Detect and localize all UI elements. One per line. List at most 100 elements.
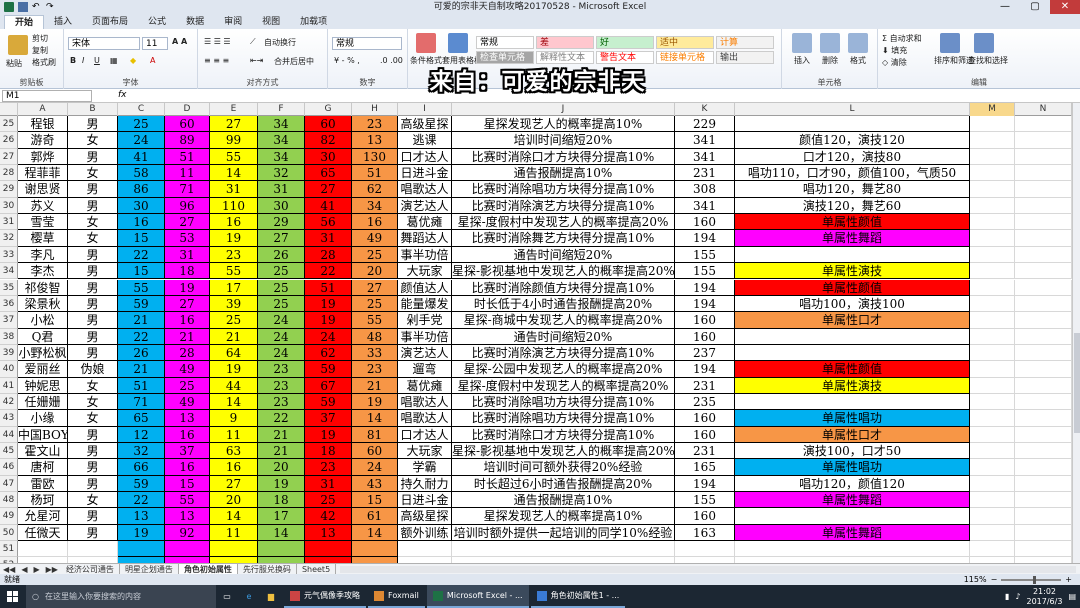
sheet-nav-first-icon[interactable]: ◀◀ (0, 565, 18, 574)
cell-stat-e[interactable]: 64 (210, 344, 258, 362)
cell-stat-e[interactable]: 110 (210, 197, 258, 215)
cell-stat-f[interactable]: 34 (258, 132, 305, 149)
cell-stat-d[interactable]: 55 (165, 492, 210, 509)
cell-name[interactable]: 小野松枫 (18, 344, 68, 362)
row-header[interactable]: 51 (0, 541, 18, 558)
cell-stat-e[interactable]: 31 (210, 181, 258, 198)
cell-skill[interactable]: 演艺达人 (398, 197, 452, 215)
cell-l[interactable]: 单属性演技 (735, 263, 970, 280)
cell-name[interactable]: 游奇 (18, 132, 68, 149)
cell-skill[interactable]: 剁手党 (398, 312, 452, 329)
cell-stat-e[interactable]: 16 (210, 459, 258, 476)
cell-stat-h[interactable]: 33 (352, 344, 398, 362)
cell-name[interactable]: 唐柯 (18, 459, 68, 476)
cell-stat-g[interactable]: 31 (305, 475, 352, 493)
clock[interactable]: 21:02 2017/6/3 (1027, 587, 1063, 607)
cell-skill[interactable]: 葛优瘫 (398, 377, 452, 394)
cell-stat-d[interactable]: 19 (165, 279, 210, 296)
cell-stat-h[interactable]: 61 (352, 508, 398, 525)
row-header[interactable]: 41 (0, 377, 18, 394)
cell-stat-c[interactable]: 30 (118, 197, 165, 215)
cell-stat-f[interactable]: 20 (258, 459, 305, 476)
row-header[interactable]: 26 (0, 132, 18, 149)
cell-stat-e[interactable]: 55 (210, 263, 258, 280)
cell-k[interactable]: 160 (675, 312, 735, 329)
cell-sex[interactable]: 女 (68, 165, 118, 182)
cell-stat-c[interactable]: 32 (118, 443, 165, 460)
cell-name[interactable]: 任微天 (18, 524, 68, 542)
cell-stat-d[interactable]: 27 (165, 295, 210, 313)
cell-skill[interactable]: 口才达人 (398, 148, 452, 166)
cell-stat-d[interactable]: 11 (165, 165, 210, 182)
cell-stat-g[interactable]: 19 (305, 426, 352, 443)
cell-stat-e[interactable]: 99 (210, 132, 258, 149)
cell-stat-h[interactable]: 21 (352, 377, 398, 394)
cell-skill-desc[interactable]: 通告报酬提高10% (452, 165, 675, 182)
number-format-select[interactable]: 常规 (332, 37, 402, 50)
tab-data[interactable]: 数据 (176, 15, 214, 29)
font-color-icon[interactable]: A (150, 56, 155, 65)
row-header[interactable]: 49 (0, 508, 18, 525)
cell-stat-e[interactable]: 11 (210, 524, 258, 542)
cell-stat-f[interactable]: 17 (258, 508, 305, 525)
cell-sex[interactable]: 男 (68, 312, 118, 329)
cell-skill-desc[interactable]: 星探-商城中发现艺人的概率提高20% (452, 312, 675, 329)
cell-stat-g[interactable]: 18 (305, 443, 352, 460)
underline-icon[interactable]: U (94, 56, 100, 65)
cell-stat-d[interactable]: 16 (165, 426, 210, 443)
cell-stat-f[interactable]: 30 (258, 197, 305, 215)
name-box[interactable]: M1 (2, 90, 92, 102)
cell-k[interactable]: 231 (675, 165, 735, 182)
cell-name[interactable]: 钟妮思 (18, 377, 68, 394)
style-cell-1[interactable]: 差 (536, 36, 594, 49)
cell-stat-d[interactable]: 71 (165, 181, 210, 198)
cell-stat-e[interactable]: 14 (210, 508, 258, 525)
cell-name[interactable] (18, 541, 68, 558)
cell-stat-e[interactable]: 19 (210, 230, 258, 247)
cell-n[interactable] (1015, 263, 1072, 280)
cell-stat-c[interactable]: 26 (118, 344, 165, 362)
font-size-select[interactable]: 11 (142, 37, 168, 50)
cell-sex[interactable]: 男 (68, 148, 118, 166)
cell-stat-f[interactable]: 21 (258, 426, 305, 443)
cell-name[interactable]: 程银 (18, 116, 68, 133)
cell-skill-desc[interactable]: 比赛时消除颜值方块得分提高10% (452, 279, 675, 296)
cell-skill-desc[interactable]: 比赛时消除口才方块得分提高10% (452, 148, 675, 166)
cell-stat-h[interactable]: 19 (352, 393, 398, 411)
conditional-format-icon[interactable] (416, 33, 436, 53)
cell-stat-d[interactable]: 31 (165, 246, 210, 264)
cell-n[interactable] (1015, 214, 1072, 231)
cell-name[interactable]: 任姗姗 (18, 393, 68, 411)
tab-insert[interactable]: 插入 (44, 15, 82, 29)
insert-cells-icon[interactable] (792, 33, 812, 53)
cell-k[interactable]: 155 (675, 246, 735, 264)
zoom-out-icon[interactable]: − (991, 574, 998, 585)
vertical-scrollbar[interactable] (1072, 103, 1080, 563)
cell-stat-g[interactable]: 42 (305, 508, 352, 525)
row-header[interactable]: 30 (0, 197, 18, 215)
cell-skill-desc[interactable]: 比赛时消除演艺方块得分提高10% (452, 344, 675, 362)
cell-skill-desc[interactable]: 比赛时消除演艺方块得分提高10% (452, 197, 675, 215)
format-painter-button[interactable]: 格式刷 (32, 57, 56, 68)
cell-stat-f[interactable]: 24 (258, 328, 305, 345)
cell-skill[interactable]: 唱歌达人 (398, 393, 452, 411)
cell-k[interactable]: 341 (675, 148, 735, 166)
file-explorer-icon[interactable]: ▆ (260, 585, 282, 608)
cell-stat-c[interactable]: 59 (118, 475, 165, 493)
cell-name[interactable]: 杨珂 (18, 492, 68, 509)
sheet-nav-prev-icon[interactable]: ◀ (18, 565, 30, 574)
cell-l[interactable]: 唱功100，演技100 (735, 295, 970, 313)
cell-name[interactable]: 谢思贤 (18, 181, 68, 198)
cell-l[interactable] (735, 116, 970, 133)
indent-icon[interactable]: ⇤⇥ (250, 56, 263, 65)
cell-stat-f[interactable]: 25 (258, 279, 305, 296)
cell-stat-h[interactable]: 81 (352, 426, 398, 443)
cell-stat-g[interactable]: 30 (305, 148, 352, 166)
cell-stat-e[interactable]: 21 (210, 328, 258, 345)
cell-skill[interactable]: 演艺达人 (398, 344, 452, 362)
cell-stat-e[interactable]: 20 (210, 492, 258, 509)
cell-skill[interactable]: 日进斗金 (398, 492, 452, 509)
cell-skill-desc[interactable]: 星探-影视基地中发现艺人的概率提高20% (452, 443, 675, 460)
style-cell-4[interactable]: 计算 (716, 36, 774, 49)
cell-stat-d[interactable]: 25 (165, 377, 210, 394)
